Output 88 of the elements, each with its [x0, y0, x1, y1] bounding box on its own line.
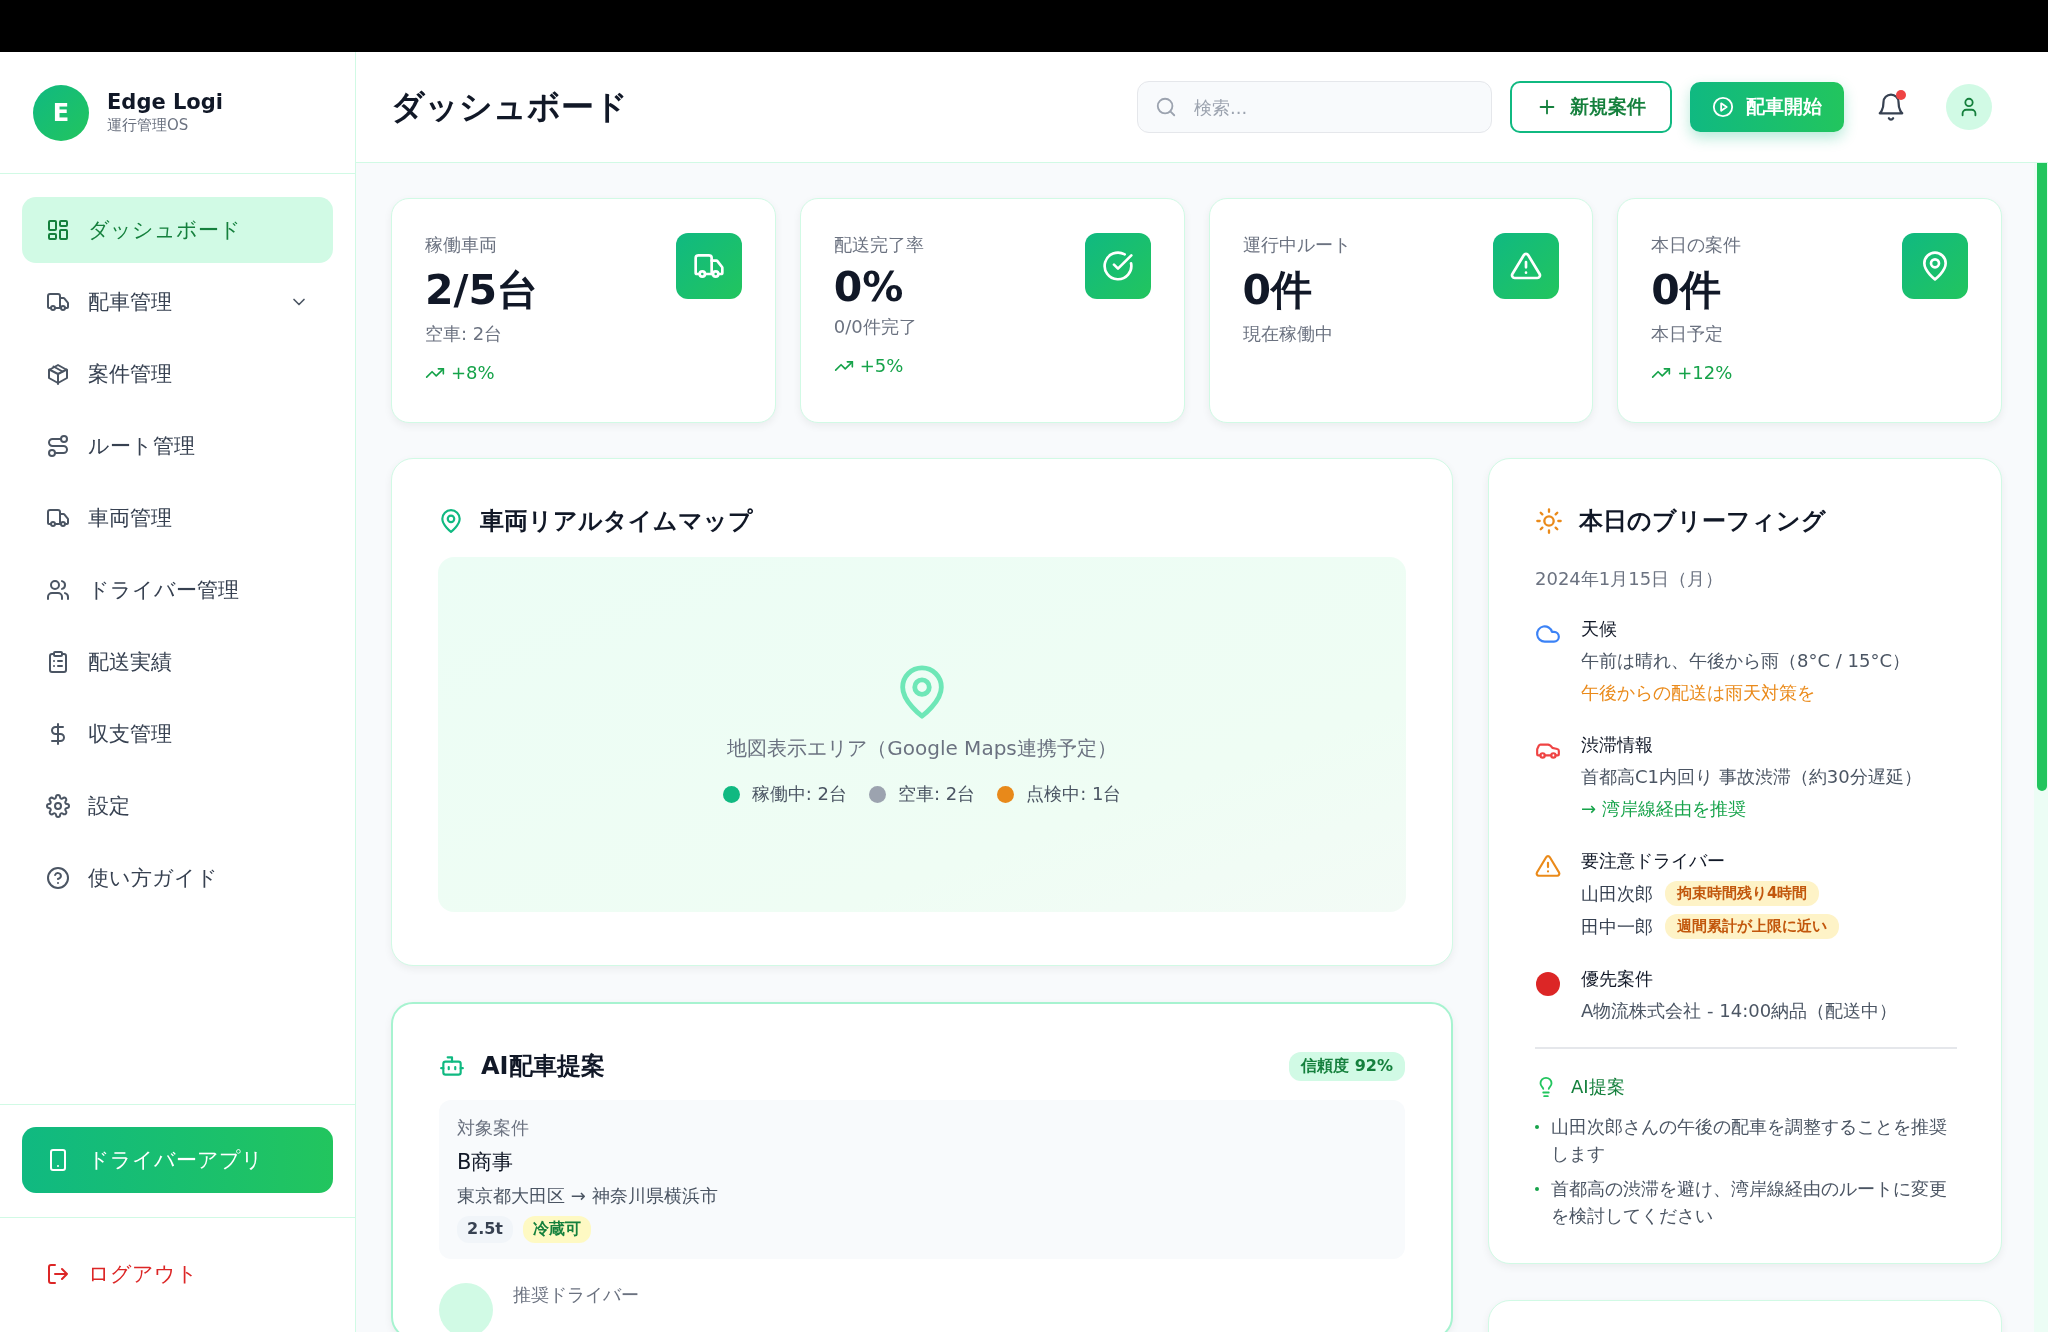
info-text: 午前は晴れ、午後から雨（8°C / 15°C） — [1581, 649, 1910, 673]
info-text: 首都高C1内回り 事故渋滞（約30分遅延） — [1581, 765, 1922, 789]
stat-label: 本日の案件 — [1651, 233, 1742, 257]
stat-value: 0% — [833, 263, 905, 311]
grid-icon — [46, 218, 70, 242]
warning-badge: 拘束時間残り4時間 — [1665, 881, 1820, 906]
stat-value: 0件 — [1242, 265, 1314, 316]
sun-icon — [1535, 507, 1563, 535]
info-text: A物流株式会社 - 14:00納品（配送中） — [1581, 999, 1898, 1023]
trend-value: +12% — [1677, 362, 1733, 383]
logout-link[interactable]: ログアウト — [22, 1260, 222, 1288]
sidebar-item[interactable]: 案件管理 — [22, 341, 333, 407]
stat-label: 配送完了率 — [833, 233, 924, 257]
card-title: 車両リアルタイムマップ — [480, 506, 753, 537]
sidebar-item[interactable]: 車両管理 — [22, 485, 333, 551]
play-icon — [1712, 96, 1734, 118]
sidebar-item[interactable]: ルート管理 — [22, 413, 333, 479]
search-field[interactable]: 検索... — [1137, 81, 1492, 133]
tag: 2.5t — [457, 1216, 513, 1243]
stat-value: 2/5台 — [425, 265, 539, 316]
trend-value: +8% — [451, 362, 495, 383]
bullet-icon — [1535, 1187, 1539, 1191]
warning-icon — [1510, 250, 1543, 282]
bullet-icon — [1535, 1125, 1539, 1129]
stat-label: 運行中ルート — [1242, 233, 1351, 257]
stat-detail: 現在稼働中 — [1242, 322, 1334, 346]
card-title: 本日のブリーフィング — [1579, 506, 1826, 537]
new-case-button[interactable]: 新規案件 — [1510, 81, 1672, 133]
warning-badge: 週間累計が上限に近い — [1665, 914, 1839, 939]
location-pin-icon — [438, 508, 464, 534]
truck-icon — [46, 290, 70, 314]
search-icon — [1155, 96, 1177, 118]
advice-text: → 湾岸線経由を推奨 — [1581, 797, 1746, 821]
sidebar-item[interactable]: ドライバー管理 — [22, 557, 333, 623]
sidebar-item[interactable]: 設定 — [22, 773, 333, 839]
app-subtitle: 運行管理OS — [107, 116, 190, 135]
check-circle-icon — [1101, 250, 1134, 282]
map-placeholder-text: 地図表示エリア（Google Maps連携予定） — [727, 735, 1117, 762]
stat-detail: 0/0件完了 — [833, 315, 918, 339]
legend-label: 点検中: 1台 — [1026, 782, 1122, 806]
legend-label: 空車: 2台 — [897, 782, 976, 806]
trend-value: +5% — [859, 355, 904, 376]
sidebar-item[interactable]: 配車管理 — [22, 269, 333, 335]
logout-icon — [46, 1262, 70, 1286]
sidebar-item[interactable]: 収支管理 — [22, 701, 333, 767]
scrollbar[interactable] — [2034, 163, 2048, 1332]
tag: 冷蔵可 — [523, 1216, 591, 1243]
priority-icon — [1535, 971, 1561, 997]
section-title: 渋滞情報 — [1581, 733, 1653, 757]
stat-label: 稼働車両 — [425, 233, 498, 257]
sidebar-item[interactable]: ダッシュボード — [22, 197, 333, 263]
sidebar-item[interactable]: 配送実績 — [22, 629, 333, 695]
people-icon — [46, 578, 70, 602]
case-name: B商事 — [457, 1149, 514, 1176]
driver-avatar — [439, 1283, 493, 1332]
app-name: Edge Logi — [107, 90, 223, 114]
date-text: 2024年1月15日（月） — [1535, 567, 1725, 591]
section-title: 天候 — [1581, 617, 1617, 641]
card-title: AI配車提案 — [481, 1051, 605, 1082]
section-title: 要注意ドライバー — [1581, 849, 1725, 873]
driver-name: 田中一郎 — [1581, 914, 1653, 939]
stat-value: 0件 — [1651, 265, 1722, 316]
clipboard-icon — [46, 650, 70, 674]
route-icon — [46, 434, 70, 458]
suggestion-text: 首都高の渋滞を避け、湾岸線経由のルートに変更を検討してください — [1551, 1177, 1948, 1228]
driver-name: 山田次郎 — [1581, 881, 1653, 906]
route-text: 東京都大田区 → 神奈川県横浜市 — [457, 1184, 718, 1208]
logo: E — [33, 84, 89, 141]
sidebar-item[interactable]: 使い方ガイド — [22, 845, 333, 911]
settings-icon — [46, 794, 70, 818]
field-label: 推奨ドライバー — [513, 1283, 639, 1307]
field-label: 対象案件 — [457, 1116, 529, 1140]
notification-bell-icon[interactable] — [1876, 92, 1906, 122]
help-icon — [46, 866, 70, 890]
warning-icon — [1535, 853, 1561, 879]
page-title: ダッシュボード — [391, 85, 629, 128]
truck-icon — [46, 506, 70, 530]
stat-detail: 空車: 2台 — [425, 322, 504, 346]
stat-detail: 本日予定 — [1651, 322, 1725, 346]
robot-icon — [439, 1053, 465, 1079]
section-title: AI提案 — [1571, 1075, 1625, 1099]
suggestion-text: 山田次郎さんの午後の配車を調整することを推奨します — [1551, 1115, 1948, 1166]
warning-text: 午後からの配送は雨天対策を — [1581, 681, 1815, 705]
section-title: 優先案件 — [1581, 967, 1653, 991]
legend-label: 稼働中: 2台 — [751, 782, 847, 806]
confidence-badge: 信頼度 92% — [1289, 1051, 1405, 1081]
box-icon — [46, 362, 70, 386]
user-avatar[interactable] — [1946, 84, 1992, 130]
